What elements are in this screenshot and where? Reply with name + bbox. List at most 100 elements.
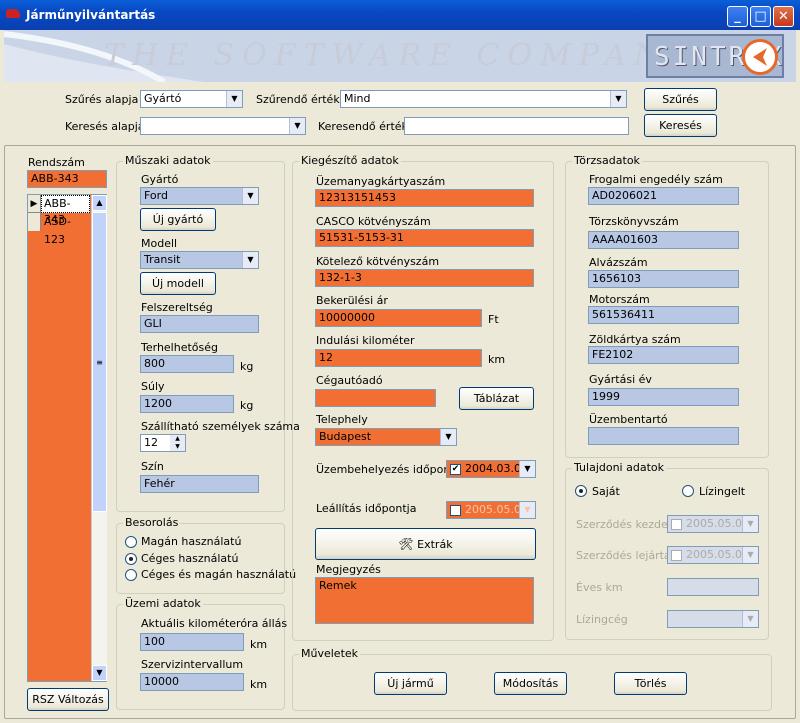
rendszam-input[interactable]: ABB-343 xyxy=(27,170,107,188)
chevron-down-icon[interactable]: ▼ xyxy=(742,516,758,532)
chevron-down-icon[interactable]: ▼ xyxy=(440,429,456,445)
kotelezo-input[interactable]: 132-1-3 xyxy=(315,269,534,287)
group-title: Törzsadatok xyxy=(572,154,642,167)
szurendo-ertek-select[interactable]: Mind ▼ xyxy=(340,90,627,108)
list-scrollbar[interactable]: ▲ ≡ ▼ xyxy=(91,195,107,681)
megjegyzes-textarea[interactable]: Remek xyxy=(315,577,534,624)
lizingceg-label: Lízingcég xyxy=(576,613,628,626)
group-title: Tulajdoni adatok xyxy=(572,461,666,474)
bekerulesi-input[interactable]: 10000000 xyxy=(315,309,482,327)
gyarto-select[interactable]: Ford ▼ xyxy=(140,187,259,205)
radio-ceges-magan-label: Céges és magán használatú xyxy=(141,568,297,581)
scroll-down-icon[interactable]: ▼ xyxy=(92,665,107,681)
checkbox-unchecked-icon[interactable] xyxy=(671,550,682,561)
szervizintervallum-input[interactable]: 10000 xyxy=(140,673,244,691)
frogalmi-input[interactable]: AD0206021 xyxy=(588,187,739,205)
keresendo-ertek-input[interactable] xyxy=(404,117,629,135)
alvazszam-input[interactable]: 1656103 xyxy=(588,270,739,288)
torzskonyv-input[interactable]: AAAA01603 xyxy=(588,231,739,249)
chevron-down-icon[interactable]: ▼ xyxy=(742,611,758,627)
gyartasi-ev-label: Gyártási év xyxy=(589,373,652,386)
chevron-down-icon[interactable]: ▼ xyxy=(226,91,242,107)
lizingceg-select[interactable]: ▼ xyxy=(667,610,759,628)
kereses-alapja-select[interactable]: ▼ xyxy=(140,117,306,135)
rendszam-list[interactable]: ▶ ABB-343 ASD-123 ▲ ≡ ▼ xyxy=(27,194,107,682)
stepper-down-icon[interactable]: ▼ xyxy=(170,443,185,451)
cegautoado-input[interactable] xyxy=(315,389,436,407)
suly-input[interactable]: 1200 xyxy=(140,395,234,413)
frogalmi-label: Frogalmi engedély szám xyxy=(589,173,723,186)
scroll-thumb[interactable]: ≡ xyxy=(92,212,107,512)
stepper-up-icon[interactable]: ▲ xyxy=(170,435,185,443)
group-title: Műszaki adatok xyxy=(123,154,213,167)
chevron-down-icon[interactable]: ▼ xyxy=(519,461,535,477)
leallitas-datepicker[interactable]: 2005.05.04 ▼ xyxy=(446,501,536,519)
modell-select[interactable]: Transit ▼ xyxy=(140,251,259,269)
torles-button[interactable]: Törlés xyxy=(614,672,687,695)
list-item[interactable]: ASD-123 xyxy=(41,213,90,246)
szervizintervallum-label: Szervizintervallum xyxy=(141,658,244,671)
checkbox-unchecked-icon[interactable] xyxy=(671,519,682,530)
terhelhetoseg-input[interactable]: 800 xyxy=(140,355,234,373)
extrak-button[interactable]: 🛠 Extrák xyxy=(315,528,536,560)
rsz-valtozas-button[interactable]: RSZ Változás xyxy=(27,688,109,711)
cegautoado-label: Cégautóadó xyxy=(316,374,383,387)
window-title: Járműnyilvántartás xyxy=(26,8,156,22)
chevron-down-icon[interactable]: ▼ xyxy=(289,118,305,134)
radio-magan-label: Magán használatú xyxy=(141,535,242,548)
szin-input[interactable]: Fehér xyxy=(140,475,259,493)
casco-label: CASCO kötvényszám xyxy=(316,215,431,228)
szerzodes-lejarta-label: Szerződés lejárta xyxy=(576,549,671,562)
szerzodes-kezdete-datepicker[interactable]: 2005.05.04 ▼ xyxy=(667,515,759,533)
szures-alapja-select[interactable]: Gyártó ▼ xyxy=(140,90,243,108)
radio-magan[interactable] xyxy=(125,536,137,548)
keresendo-ertek-label: Keresendő érték xyxy=(318,120,408,133)
szures-button[interactable]: Szűrés xyxy=(644,88,717,111)
checkbox-checked-icon[interactable]: ✔ xyxy=(450,464,461,475)
radio-ceges[interactable] xyxy=(125,553,137,565)
window-titlebar[interactable]: Járműnyilvántartás _ □ ✕ xyxy=(0,0,800,30)
telephely-select[interactable]: Budapest ▼ xyxy=(315,428,457,446)
chevron-down-icon[interactable]: ▼ xyxy=(610,91,626,107)
uj-jarmu-button[interactable]: Új jármű xyxy=(374,672,447,695)
radio-sajat[interactable] xyxy=(575,485,587,497)
uzembehelyezes-datepicker[interactable]: ✔ 2004.03.02 ▼ xyxy=(446,460,536,478)
eves-km-input[interactable] xyxy=(667,578,759,596)
modositas-button[interactable]: Módosítás xyxy=(494,672,567,695)
chevron-down-icon[interactable]: ▼ xyxy=(519,502,535,518)
suly-label: Súly xyxy=(141,380,165,393)
minimize-button[interactable]: _ xyxy=(727,6,748,27)
car-icon xyxy=(6,9,20,18)
company-logo: SINTROX xyxy=(646,34,784,78)
uj-modell-button[interactable]: Új modell xyxy=(140,272,216,295)
casco-input[interactable]: 51531-5153-31 xyxy=(315,229,534,247)
gyartasi-ev-input[interactable]: 1999 xyxy=(588,388,739,406)
tablazat-button[interactable]: Táblázat xyxy=(459,387,534,410)
maximize-button[interactable]: □ xyxy=(750,6,771,27)
radio-lizingelt[interactable] xyxy=(682,485,694,497)
checkbox-unchecked-icon[interactable] xyxy=(450,505,461,516)
close-button[interactable]: ✕ xyxy=(773,6,794,27)
kereses-button[interactable]: Keresés xyxy=(644,114,717,137)
felszereltseg-input[interactable]: GLI xyxy=(140,315,259,333)
szerzodes-lejarta-datepicker[interactable]: 2005.05.04 ▼ xyxy=(667,546,759,564)
uj-gyarto-button[interactable]: Új gyártó xyxy=(140,208,216,231)
radio-ceges-magan[interactable] xyxy=(125,569,137,581)
chevron-down-icon[interactable]: ▼ xyxy=(742,547,758,563)
terhelhetoseg-unit: kg xyxy=(240,360,254,373)
zoldkartya-input[interactable]: FE2102 xyxy=(588,346,739,364)
szemelyek-value: 12 xyxy=(144,436,158,449)
uzemanyag-input[interactable]: 12313151453 xyxy=(315,189,534,207)
chevron-down-icon[interactable]: ▼ xyxy=(242,188,258,204)
indulasi-unit: km xyxy=(488,353,506,366)
szemelyek-stepper[interactable]: 12 ▲ ▼ xyxy=(140,434,186,452)
scroll-up-icon[interactable]: ▲ xyxy=(92,195,107,211)
chevron-down-icon[interactable]: ▼ xyxy=(242,252,258,268)
uzembentarto-input[interactable] xyxy=(588,427,739,445)
indulasi-input[interactable]: 12 xyxy=(315,349,482,367)
szervizintervallum-unit: km xyxy=(250,678,268,691)
km-allas-input[interactable]: 100 xyxy=(140,633,244,651)
uzembehelyezes-label: Üzembehelyezés időpontja xyxy=(316,463,465,476)
motorszam-input[interactable]: 561536411 xyxy=(588,306,739,324)
list-item[interactable]: ABB-343 xyxy=(41,195,90,226)
